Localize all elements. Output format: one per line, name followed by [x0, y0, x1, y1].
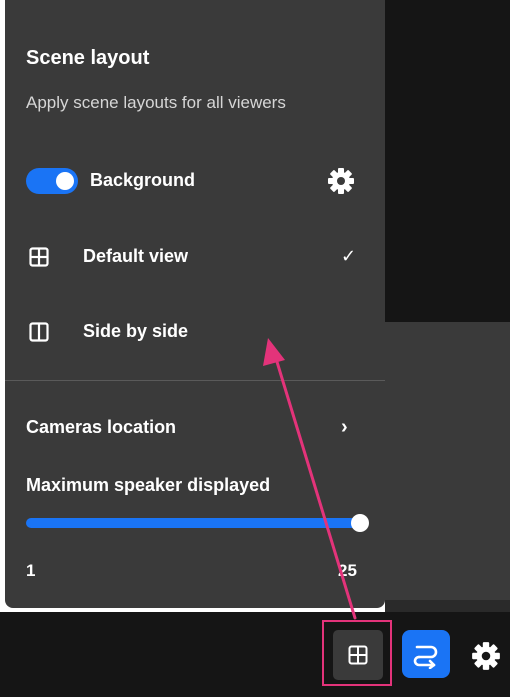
layout-option-label: Side by side: [83, 321, 189, 341]
scene-layout-panel: Scene layout Apply scene layouts for all…: [5, 0, 385, 608]
panel-title: Scene layout: [26, 47, 150, 69]
grid-2x2-icon: [29, 247, 49, 272]
selected-check-icon: ✓: [341, 246, 357, 266]
panel-subtitle: Apply scene layouts for all viewers: [26, 93, 286, 112]
max-speakers-slider-track[interactable]: [26, 518, 362, 528]
app-window: Scene layout Apply scene layouts for all…: [0, 0, 510, 697]
max-speakers-label: Maximum speaker displayed: [26, 475, 271, 495]
background-label: Background: [90, 170, 196, 190]
background-toggle[interactable]: [26, 168, 78, 194]
chevron-right-icon: ›: [341, 416, 348, 438]
toggle-knob: [56, 172, 74, 190]
video-area-bottom-edge: [385, 600, 510, 612]
annotation-highlight-box: [322, 620, 392, 686]
gear-icon[interactable]: [470, 640, 502, 677]
slider-min-label: 1: [26, 561, 36, 580]
divider: [5, 380, 385, 381]
split-columns-icon: [29, 322, 49, 347]
cameras-location-label: Cameras location: [26, 417, 177, 437]
layout-option-label: Default view: [83, 246, 189, 266]
slider-max-label: 25: [338, 561, 357, 580]
video-area-top: [385, 0, 510, 322]
stage-transfer-icon: [413, 645, 438, 669]
stage-transfer-button[interactable]: [402, 630, 450, 678]
video-area: [385, 322, 510, 612]
max-speakers-slider-thumb[interactable]: [351, 514, 369, 532]
gear-icon[interactable]: [326, 166, 356, 201]
